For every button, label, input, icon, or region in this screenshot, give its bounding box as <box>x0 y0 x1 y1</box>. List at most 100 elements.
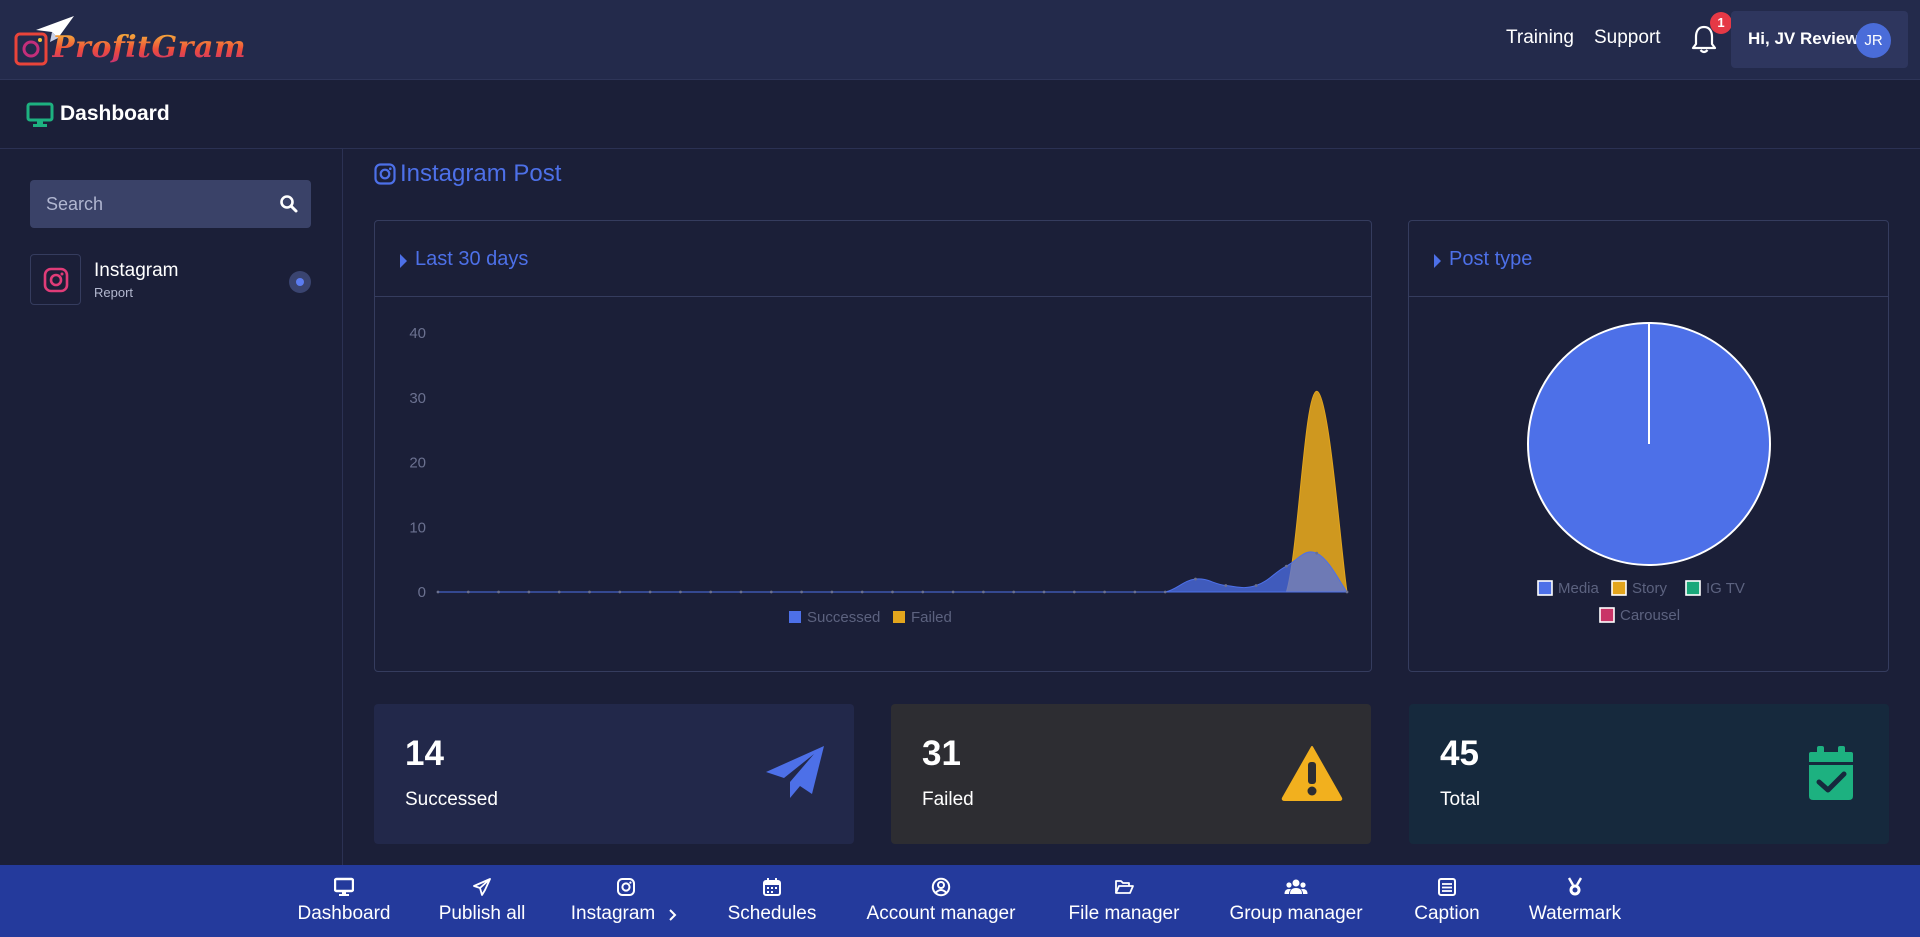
section-title: Instagram Post <box>400 160 562 187</box>
pie-chart: Media Story IG TV Carousel <box>1527 322 1771 624</box>
nav-account-manager[interactable]: Account manager <box>857 865 1025 937</box>
support-link[interactable]: Support <box>1594 27 1661 49</box>
paper-plane-icon <box>473 878 491 896</box>
nav-schedules[interactable]: Schedules <box>716 865 828 937</box>
data-point <box>830 590 834 594</box>
top-header: ProfitGram Training Support 1 Hi, JV Rev… <box>0 0 1920 80</box>
training-link[interactable]: Training <box>1506 27 1574 49</box>
status-dot <box>289 271 311 293</box>
nav-caption[interactable]: Caption <box>1408 865 1486 937</box>
card-title[interactable]: Last 30 days <box>415 248 528 271</box>
calendar-check-icon <box>1809 746 1853 800</box>
nav-label: Dashboard <box>297 903 391 924</box>
y-tick-label: 40 <box>409 325 426 342</box>
nav-label: Publish all <box>438 903 526 924</box>
data-point <box>1042 590 1046 594</box>
data-point <box>891 590 894 594</box>
search-icon[interactable] <box>279 194 299 214</box>
data-point <box>1012 590 1016 594</box>
search-input[interactable] <box>30 180 270 228</box>
data-point <box>1163 590 1167 594</box>
legend-label[interactable]: Successed <box>807 609 880 626</box>
monitor-icon <box>334 877 354 896</box>
data-point <box>951 590 955 594</box>
instagram-icon-box <box>30 254 81 305</box>
sidebar-item-instagram[interactable]: Instagram Report <box>30 254 311 306</box>
data-point <box>1133 590 1137 594</box>
nav-label: Schedules <box>727 903 817 924</box>
nav-instagram[interactable]: Instagram <box>565 865 683 937</box>
calendar-icon <box>763 878 781 896</box>
nav-file-manager[interactable]: File manager <box>1062 865 1186 937</box>
data-point <box>921 590 925 594</box>
data-point <box>739 590 743 594</box>
data-point <box>1072 590 1076 594</box>
data-point <box>860 590 864 594</box>
data-point <box>1254 584 1258 587</box>
data-point <box>982 590 985 594</box>
caret-right-icon[interactable] <box>400 254 407 268</box>
stat-label: Failed <box>922 789 974 810</box>
app-logo[interactable]: ProfitGram <box>14 16 246 68</box>
stat-label: Successed <box>405 789 498 810</box>
y-tick-label: 0 <box>418 584 426 601</box>
notification-badge: 1 <box>1710 12 1732 34</box>
legend-label[interactable]: Failed <box>911 609 952 626</box>
card-title[interactable]: Post type <box>1449 248 1532 271</box>
stat-value: 14 <box>405 734 444 773</box>
data-point <box>618 590 622 594</box>
data-point <box>679 590 682 594</box>
nav-publish-all[interactable]: Publish all <box>432 865 532 937</box>
stat-card-failed: 31 Failed <box>891 704 1371 844</box>
series-area-successed <box>437 551 1349 593</box>
legend-label[interactable]: IG TV <box>1706 580 1745 597</box>
data-point <box>800 590 803 594</box>
card-header: Post type <box>1409 221 1888 297</box>
data-point <box>588 590 591 594</box>
y-tick-label: 10 <box>409 519 426 536</box>
legend-swatch <box>893 611 905 623</box>
medal-icon <box>1567 877 1583 896</box>
nav-label: Instagram <box>570 903 656 924</box>
post-type-card: Post type Media Story IG TV Carousel <box>1408 220 1889 672</box>
y-tick-label: 20 <box>409 455 426 472</box>
user-greeting: Hi, JV Review <box>1748 29 1859 48</box>
page-header: Dashboard <box>0 81 1920 149</box>
legend-swatch <box>1537 580 1553 596</box>
user-circle-icon <box>931 877 951 897</box>
legend-label[interactable]: Story <box>1632 580 1668 597</box>
bottom-nav: Dashboard Publish all Instagram Schedule… <box>0 865 1920 937</box>
page-title: Dashboard <box>60 102 170 125</box>
nav-label: Account manager <box>866 903 1016 924</box>
stat-card-successed: 14 Successed <box>374 704 854 844</box>
chevron-right-icon <box>669 909 677 921</box>
paper-plane-icon <box>766 746 824 798</box>
instagram-icon <box>617 878 635 896</box>
y-tick-label: 30 <box>409 390 426 407</box>
caret-right-icon[interactable] <box>1434 254 1441 268</box>
data-point <box>527 590 531 594</box>
data-point <box>436 590 440 594</box>
nav-dashboard[interactable]: Dashboard <box>288 865 400 937</box>
nav-label: Watermark <box>1528 903 1622 924</box>
legend-label[interactable]: Carousel <box>1620 607 1680 624</box>
nav-label: Group manager <box>1229 903 1363 924</box>
stat-value: 31 <box>922 734 961 773</box>
data-point <box>709 590 713 594</box>
data-point <box>1103 590 1106 594</box>
avatar: JR <box>1856 23 1891 58</box>
legend-swatch <box>1611 580 1627 596</box>
warning-icon <box>1281 746 1343 801</box>
legend-label[interactable]: Media <box>1558 580 1600 597</box>
nav-group-manager[interactable]: Group manager <box>1222 865 1370 937</box>
monitor-icon <box>26 102 54 127</box>
last-30-days-card: Last 30 days 0 10 20 30 40 Successed Failed <box>374 220 1372 672</box>
sidebar-item-label: Instagram <box>94 260 179 281</box>
nav-watermark[interactable]: Watermark <box>1522 865 1628 937</box>
instagram-icon <box>43 267 69 293</box>
data-point <box>497 590 500 594</box>
data-point <box>648 590 652 594</box>
stat-card-total: 45 Total <box>1409 704 1889 844</box>
users-icon <box>1284 879 1308 894</box>
user-menu[interactable]: Hi, JV Review JR <box>1731 11 1908 68</box>
